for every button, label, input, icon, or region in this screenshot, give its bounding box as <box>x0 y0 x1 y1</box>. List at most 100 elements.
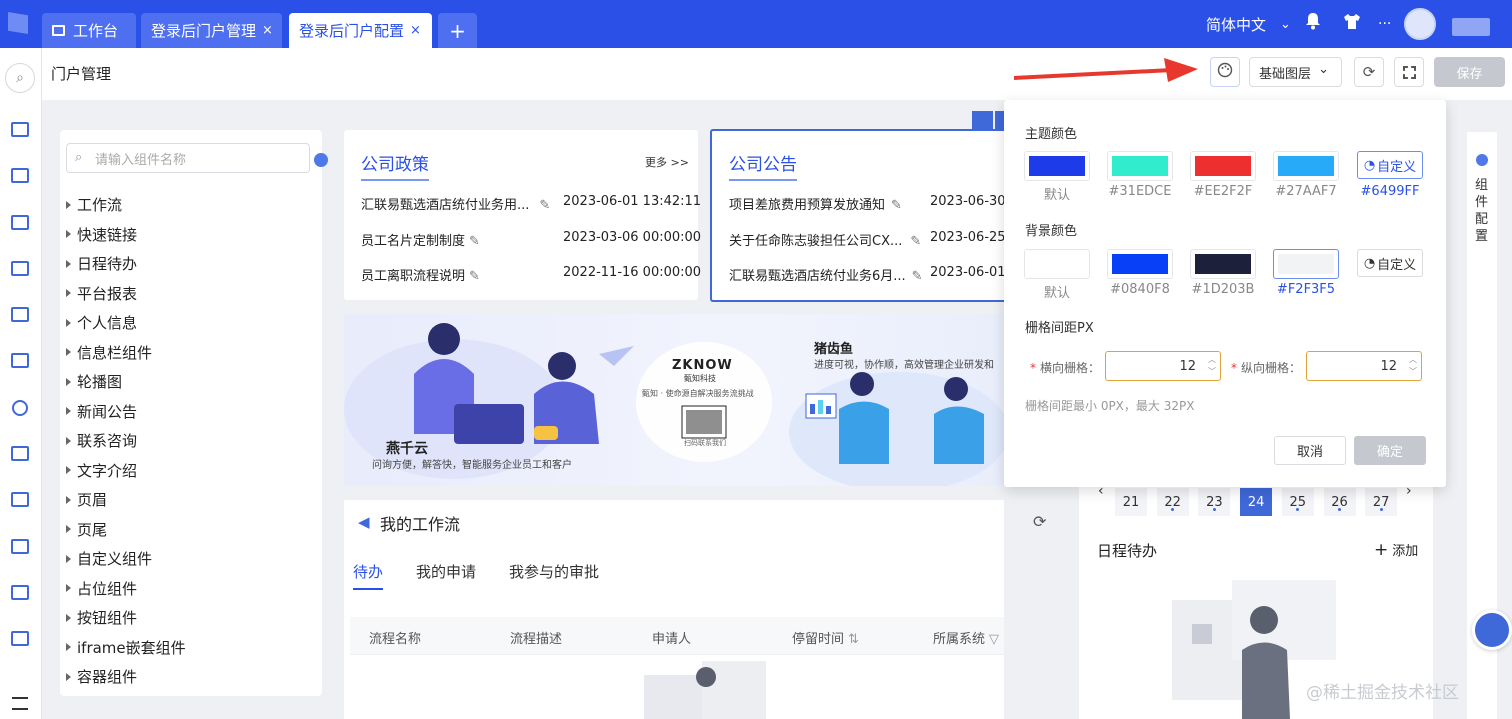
calendar-day[interactable]: 25 <box>1281 488 1314 516</box>
code-window-icon[interactable] <box>11 168 29 183</box>
color-swatch[interactable] <box>1107 249 1173 279</box>
component-item[interactable]: 联系咨询 <box>66 430 137 451</box>
component-item[interactable]: 新闻公告 <box>66 401 137 422</box>
monitor-icon[interactable] <box>11 631 29 646</box>
fullscreen-button[interactable] <box>1394 57 1424 87</box>
color-swatch[interactable] <box>1024 151 1090 181</box>
close-icon[interactable]: × <box>410 23 421 38</box>
component-item[interactable]: 自定义组件 <box>66 548 152 569</box>
policy-row[interactable]: 汇联易甄选酒店统付业务用... ✎ <box>361 194 550 213</box>
refresh-icon[interactable]: ⟳ <box>1033 512 1046 531</box>
color-swatch[interactable] <box>1273 249 1339 279</box>
component-item[interactable]: 文字介绍 <box>66 460 137 481</box>
policy-row[interactable]: 员工离职流程说明 ✎ <box>361 265 480 284</box>
tab-todo[interactable]: 待办 <box>353 561 384 590</box>
search-icon[interactable]: ⌕ <box>5 63 35 93</box>
tab-portal-management[interactable]: 登录后门户管理 × <box>141 13 282 48</box>
component-item[interactable]: 工作流 <box>66 194 122 215</box>
code-window-icon[interactable] <box>11 446 29 461</box>
code-window-icon[interactable] <box>11 261 29 276</box>
component-item[interactable]: 页眉 <box>66 489 107 510</box>
printer-icon[interactable] <box>11 122 29 137</box>
language-switch[interactable]: 简体中文 ⌄ <box>1206 0 1291 48</box>
more-icon[interactable]: ··· <box>1378 0 1391 48</box>
more-link[interactable]: 更多 >> <box>645 154 689 170</box>
calendar-day[interactable]: 24 <box>1240 488 1273 516</box>
calendar-day[interactable]: 21 <box>1115 488 1147 516</box>
tab-workbench[interactable]: 工作台 <box>42 13 136 48</box>
edit-icon[interactable]: ✎ <box>910 234 921 249</box>
calendar-day[interactable]: 23 <box>1198 488 1231 516</box>
notice-row[interactable]: 关于任命陈志骏担任公司CX... ✎ <box>729 230 921 249</box>
edit-icon[interactable]: ✎ <box>469 269 480 284</box>
save-button[interactable]: 保存 <box>1434 57 1505 87</box>
tab-my-requests[interactable]: 我的申请 <box>416 561 476 582</box>
edit-icon[interactable]: ✎ <box>469 234 480 249</box>
tab-portal-config[interactable]: 登录后门户配置 × <box>289 13 432 48</box>
shirt-icon[interactable] <box>1343 13 1361 30</box>
layer-select[interactable]: 基础图层 ⌄ <box>1249 57 1342 87</box>
component-item[interactable]: 平台报表 <box>66 283 137 304</box>
component-item[interactable]: iframe嵌套组件 <box>66 637 186 658</box>
menu-collapse-icon[interactable] <box>12 697 28 710</box>
component-item[interactable]: 信息栏组件 <box>66 342 152 363</box>
theme-custom-button[interactable]: ◔ 自定义 <box>1357 151 1423 179</box>
avatar[interactable] <box>1404 8 1436 40</box>
event-dot <box>1379 508 1383 511</box>
component-search-input[interactable]: ⌕ 请输入组件名称 <box>66 143 310 173</box>
vertical-grid-input[interactable]: 12 ︿ ﹀ <box>1306 351 1422 381</box>
component-item[interactable]: 快速链接 <box>66 224 137 245</box>
component-item[interactable]: 占位组件 <box>66 578 137 599</box>
component-item[interactable]: 个人信息 <box>66 312 137 333</box>
add-tab-button[interactable]: + <box>438 13 477 48</box>
color-swatch[interactable] <box>1273 151 1339 181</box>
background-custom-button[interactable]: ◔ 自定义 <box>1357 249 1423 277</box>
notice-row[interactable]: 项目差旅费用预算发放通知 ✎ <box>729 194 902 213</box>
carousel-banner[interactable]: 燕千云 问询方便，解答快，智能服务企业员工和客户 ZKNOW 甄知科技 甄知 ·… <box>344 314 1004 486</box>
confirm-button[interactable]: 确定 <box>1354 436 1426 465</box>
color-swatch-fill <box>1278 254 1334 274</box>
target-icon[interactable] <box>12 400 28 416</box>
lock-icon[interactable] <box>972 111 993 129</box>
add-schedule-button[interactable]: + 添加 <box>1374 540 1418 560</box>
color-swatch[interactable] <box>1190 151 1256 181</box>
column-header-sortable[interactable]: 停留时间 ⇅ <box>792 628 859 647</box>
edit-tag-icon[interactable] <box>995 111 1004 129</box>
code-window-icon[interactable] <box>11 539 29 554</box>
column-header-filterable[interactable]: 所属系统 ▽ <box>933 628 999 647</box>
code-window-icon[interactable] <box>11 353 29 368</box>
code-window-icon[interactable] <box>11 307 29 322</box>
calendar-day[interactable]: 27 <box>1365 488 1398 516</box>
cancel-button[interactable]: 取消 <box>1274 436 1346 465</box>
component-item[interactable]: 页尾 <box>66 519 107 540</box>
edit-icon[interactable]: ✎ <box>539 198 550 213</box>
notice-row[interactable]: 汇联易甄选酒店统付业务6月... ✎ <box>729 265 923 284</box>
vertical-grid-label-text: 纵向栅格： <box>1241 361 1302 375</box>
stepper-icon[interactable]: ︿ ﹀ <box>1208 354 1216 378</box>
palette-button[interactable] <box>1210 57 1240 87</box>
stepper-icon[interactable]: ︿ ﹀ <box>1409 354 1417 378</box>
component-item[interactable]: 轮播图 <box>66 371 122 392</box>
policy-row[interactable]: 员工名片定制制度 ✎ <box>361 230 480 249</box>
color-swatch[interactable] <box>1190 249 1256 279</box>
tab-my-approvals[interactable]: 我参与的审批 <box>509 561 599 582</box>
code-window-icon[interactable] <box>11 585 29 600</box>
bell-icon[interactable] <box>1305 12 1321 30</box>
horizontal-grid-input[interactable]: 12 ︿ ﹀ <box>1105 351 1221 381</box>
component-item[interactable]: 日程待办 <box>66 253 137 274</box>
edit-icon[interactable]: ✎ <box>891 198 902 213</box>
close-icon[interactable]: × <box>262 23 273 38</box>
refresh-button[interactable]: ⟳ <box>1354 57 1384 87</box>
color-swatch[interactable] <box>1107 151 1173 181</box>
code-window-icon[interactable] <box>11 492 29 507</box>
collapse-panel-icon[interactable] <box>314 153 328 167</box>
background-color-label: 背景颜色 <box>1025 224 1078 239</box>
calendar-day[interactable]: 26 <box>1323 488 1356 516</box>
help-float-button[interactable] <box>1472 610 1512 650</box>
table-icon[interactable] <box>11 215 29 230</box>
edit-icon[interactable]: ✎ <box>912 269 923 284</box>
color-swatch[interactable] <box>1024 249 1090 279</box>
component-item[interactable]: 按钮组件 <box>66 607 137 628</box>
calendar-day[interactable]: 22 <box>1156 488 1189 516</box>
component-item[interactable]: 容器组件 <box>66 666 137 687</box>
